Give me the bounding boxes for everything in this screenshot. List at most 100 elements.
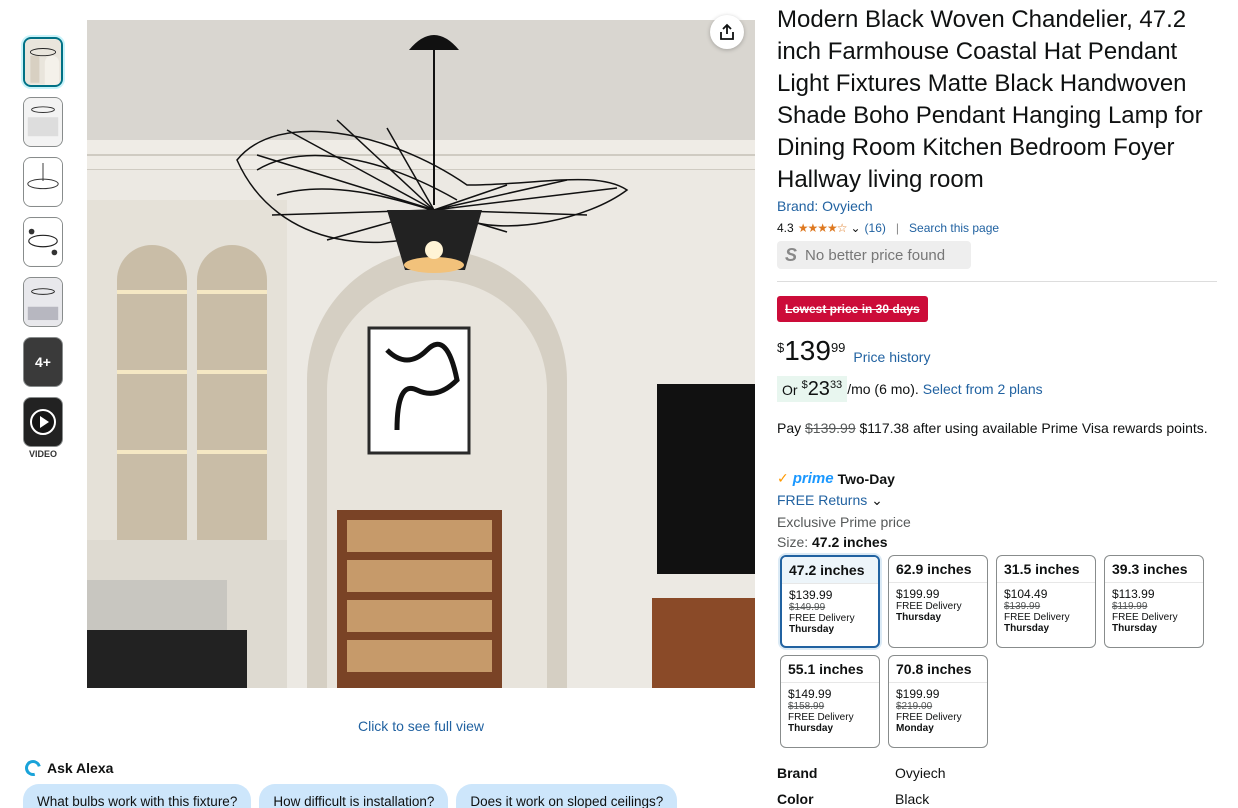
size-name: 39.3 inches	[1105, 556, 1203, 583]
product-title: Modern Black Woven Chandelier, 47.2 inch…	[777, 6, 1203, 193]
spec-key: Brand	[777, 765, 818, 781]
alexa-icon	[22, 757, 44, 779]
size-name: 47.2 inches	[782, 557, 878, 584]
size-price: $149.99	[788, 687, 832, 701]
spec-row: Color Black	[777, 791, 946, 808]
size-name: 55.1 inches	[781, 656, 879, 683]
prime-visa-offer: Pay $139.99 $117.38 after using availabl…	[777, 420, 1208, 436]
rating-row: 4.3 ★★★★☆ ⌄ (16) | Search this page	[777, 221, 999, 235]
star-rating-icon[interactable]: ★★★★☆	[798, 221, 848, 235]
more-images-count: 4+	[35, 354, 51, 370]
share-button[interactable]	[710, 15, 744, 49]
full-view-link[interactable]: Click to see full view	[87, 718, 755, 734]
size-price: $113.99	[1112, 587, 1155, 601]
size-option[interactable]: 55.1 inches $149.99 $158.99 FREE Deliver…	[780, 655, 880, 748]
price-block: $ 139 99 Price history	[777, 334, 930, 368]
size-price: $104.49	[1004, 587, 1048, 601]
prime-logo: prime	[792, 470, 834, 487]
ask-alexa-label: Ask Alexa	[47, 760, 114, 776]
size-delivery-day: Thursday	[789, 624, 835, 635]
size-name: 62.9 inches	[889, 556, 987, 583]
size-delivery: FREE Delivery	[788, 712, 854, 723]
more-images-thumbnail[interactable]: 4+	[23, 337, 63, 387]
spec-value: Black	[895, 791, 930, 807]
size-delivery-day: Thursday	[1004, 623, 1050, 634]
monthly-whole: 23	[807, 378, 830, 400]
alexa-question-chips: What bulbs work with this fixture? How d…	[23, 784, 678, 808]
price-fraction: 99	[830, 340, 846, 355]
thumbnail-5[interactable]	[23, 277, 63, 327]
price-history-link[interactable]: Price history	[853, 349, 930, 365]
product-specs: Brand Ovyiech Color Black	[777, 765, 946, 808]
size-option[interactable]: 70.8 inches $199.99 $219.00 FREE Deliver…	[888, 655, 988, 748]
divider: |	[895, 221, 900, 235]
video-label: VIDEO	[28, 449, 57, 459]
select-plans-link[interactable]: Select from 2 plans	[923, 381, 1043, 397]
monthly-fraction: 33	[829, 379, 843, 391]
size-delivery: FREE Delivery	[789, 613, 855, 624]
alexa-question-chip[interactable]: What bulbs work with this fixture?	[23, 784, 252, 808]
size-option[interactable]: 31.5 inches $104.49 $139.99 FREE Deliver…	[996, 555, 1096, 648]
thumbnail-1[interactable]	[23, 37, 63, 87]
monthly-prefix: Or	[782, 382, 798, 398]
thumbnail-3[interactable]	[23, 157, 63, 207]
no-better-price-text: No better price found	[805, 246, 946, 264]
brand-link[interactable]: Brand: Ovyiech	[777, 198, 873, 214]
spec-value: Ovyiech	[895, 765, 946, 781]
thumbnail-2[interactable]	[23, 97, 63, 147]
ask-alexa: Ask Alexa	[22, 757, 114, 779]
chevron-down-icon: ⌄	[871, 492, 883, 508]
alexa-question-chip[interactable]: How difficult is installation?	[259, 784, 449, 808]
size-delivery: FREE Delivery	[896, 601, 962, 612]
size-name: 31.5 inches	[997, 556, 1095, 583]
spec-key: Color	[777, 791, 814, 807]
free-returns-link[interactable]: FREE Returns ⌄	[777, 492, 883, 509]
monthly-suffix: /mo (6 mo).	[847, 381, 919, 397]
size-delivery: FREE Delivery	[1004, 612, 1070, 623]
size-delivery-day: Thursday	[896, 612, 942, 623]
thumbnail-strip: 4+ VIDEO	[23, 37, 63, 459]
size-was-price: $158.99	[788, 701, 825, 712]
chevron-down-icon[interactable]: ⌄	[850, 221, 860, 235]
divider	[777, 281, 1217, 282]
prime-shipping: ✓ prime Two-Day	[777, 470, 895, 487]
size-price: $139.99	[789, 588, 833, 602]
size-was-price: $219.00	[896, 701, 933, 712]
lowest-price-badge: Lowest price in 30 days	[777, 296, 928, 322]
size-option[interactable]: 47.2 inches $139.99 $149.99 FREE Deliver…	[780, 555, 880, 648]
search-page-link[interactable]: Search this page	[909, 221, 999, 235]
pay-old-price: $139.99	[805, 420, 856, 436]
size-option[interactable]: 62.9 inches $199.99 FREE Delivery Thursd…	[888, 555, 988, 648]
pay-rest: $117.38 after using available Prime Visa…	[859, 420, 1208, 436]
size-name: 70.8 inches	[889, 656, 987, 683]
rating-value: 4.3	[777, 221, 794, 235]
main-product-image[interactable]	[87, 20, 755, 688]
monthly-payment-row: Or $ 23 33 /mo (6 mo). Select from 2 pla…	[777, 376, 1043, 402]
prime-check-icon: ✓	[777, 470, 789, 486]
size-price: $199.99	[896, 587, 940, 601]
size-delivery-day: Thursday	[788, 723, 834, 734]
alexa-question-chip[interactable]: Does it work on sloped ceilings?	[456, 784, 678, 808]
prime-shipping-speed: Two-Day	[837, 470, 895, 487]
size-was-price: $139.99	[1004, 601, 1041, 612]
size-delivery: FREE Delivery	[1112, 612, 1178, 623]
spec-row: Brand Ovyiech	[777, 765, 946, 791]
tracker-logo-icon: S	[785, 244, 798, 265]
free-returns-label: FREE Returns	[777, 492, 868, 508]
size-was-price: $119.99	[1112, 601, 1148, 612]
selected-size: 47.2 inches	[812, 534, 888, 550]
review-count-link[interactable]: (16)	[865, 221, 886, 235]
size-delivery-day: Thursday	[1112, 623, 1158, 634]
size-option[interactable]: 39.3 inches $113.99 $119.99 FREE Deliver…	[1104, 555, 1204, 648]
size-label-text: Size:	[777, 534, 809, 550]
thumbnail-4[interactable]	[23, 217, 63, 267]
price-tracker-badge[interactable]: S No better price found	[777, 241, 971, 269]
play-icon	[30, 409, 56, 435]
price-symbol: $	[777, 340, 785, 355]
video-thumbnail[interactable]	[23, 397, 63, 447]
size-label: Size: 47.2 inches	[777, 534, 888, 550]
exclusive-prime-price: Exclusive Prime price	[777, 514, 911, 530]
size-delivery: FREE Delivery	[896, 712, 962, 723]
pay-prefix: Pay	[777, 420, 802, 436]
monthly-price-badge: Or $ 23 33	[777, 376, 848, 402]
